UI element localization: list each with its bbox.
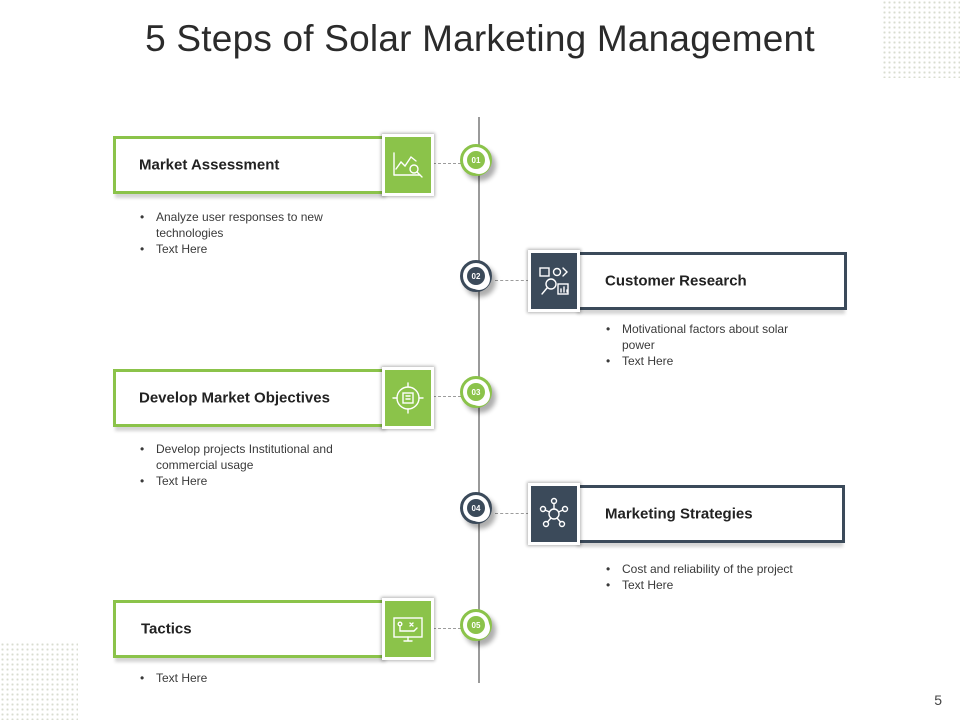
bullet-item: Motivational factors about solar power [604,321,804,353]
bullet-item: Develop projects Institutional and comme… [138,441,353,473]
step-node-02: 02 [460,260,492,292]
bullet-item: Cost and reliability of the project [604,561,844,577]
step-card-marketing-strategies: Marketing Strategies [575,485,845,543]
step-label-01: Market Assessment [139,156,280,174]
step-node-04: 04 [460,492,492,524]
tactics-board-icon [382,598,434,660]
step-node-01: 01 [460,144,492,176]
page-number: 5 [934,692,942,708]
slide-title: 5 Steps of Solar Marketing Management [145,18,815,59]
step-card-market-assessment: Market Assessment [113,136,388,194]
step-bullets-05: Text Here [138,670,353,686]
connector-05 [433,628,461,629]
step-bullets-04: Cost and reliability of the project Text… [604,561,844,593]
step-node-05: 05 [460,609,492,641]
bullet-item: Analyze user responses to new technologi… [138,209,353,241]
step-bullets-02: Motivational factors about solar power T… [604,321,804,369]
step-number-03: 03 [467,383,485,401]
bullet-item: Text Here [138,241,353,257]
step-card-develop-market-objectives: Develop Market Objectives [113,369,388,427]
step-number-01: 01 [467,151,485,169]
research-analytics-icon [528,250,580,312]
bullet-item: Text Here [138,670,353,686]
step-label-05: Tactics [141,620,192,638]
connector-02 [495,280,529,281]
step-number-05: 05 [467,616,485,634]
strategy-network-icon [528,483,580,545]
step-card-customer-research: Customer Research [575,252,847,310]
step-label-02: Customer Research [605,272,747,290]
chart-magnifier-icon [382,134,434,196]
connector-01 [433,163,461,164]
bullet-item: Text Here [604,577,844,593]
target-objectives-icon [382,367,434,429]
bullet-item: Text Here [138,473,353,489]
dot-pattern-bottom-left [0,642,78,720]
step-card-tactics: Tactics [113,600,388,658]
bullet-item: Text Here [604,353,804,369]
connector-03 [433,396,461,397]
step-number-02: 02 [467,267,485,285]
step-node-03: 03 [460,376,492,408]
step-number-04: 04 [467,499,485,517]
step-label-04: Marketing Strategies [605,505,753,523]
step-bullets-01: Analyze user responses to new technologi… [138,209,353,257]
step-label-03: Develop Market Objectives [139,389,330,407]
step-bullets-03: Develop projects Institutional and comme… [138,441,353,489]
connector-04 [495,513,529,514]
